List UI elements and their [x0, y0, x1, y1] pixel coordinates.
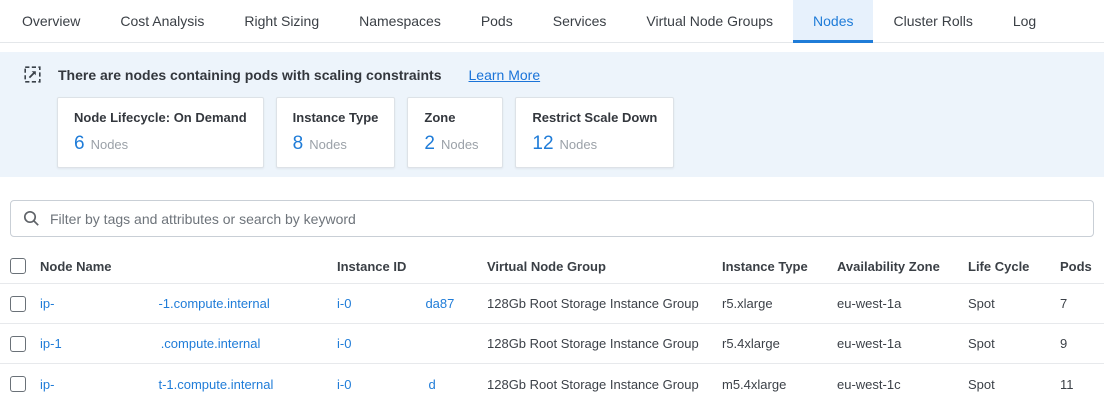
row-checkbox[interactable] — [10, 376, 26, 392]
card-title: Restrict Scale Down — [532, 110, 657, 125]
card-title: Instance Type — [293, 110, 379, 125]
pods-cell: 9 — [1060, 336, 1104, 351]
virtual-node-group-cell: 128Gb Root Storage Instance Group — [487, 377, 722, 392]
tab-log[interactable]: Log — [993, 0, 1056, 42]
instance-type-cell: m5.4xlarge — [722, 377, 837, 392]
pods-cell: 7 — [1060, 296, 1104, 311]
tab-bar: Overview Cost Analysis Right Sizing Name… — [0, 0, 1104, 43]
pods-cell: 11 — [1060, 377, 1104, 392]
redacted-segment — [62, 338, 161, 348]
card-title: Zone — [424, 110, 486, 125]
node-name-link[interactable]: ip--1.compute.internal — [40, 296, 337, 311]
learn-more-link[interactable]: Learn More — [469, 67, 541, 83]
nodes-table: Node Name Instance ID Virtual Node Group… — [0, 249, 1104, 404]
scale-constraint-icon — [24, 66, 41, 83]
col-instance-id: Instance ID — [337, 259, 487, 274]
table-row: ip--1.compute.internal i-0da87 128Gb Roo… — [0, 284, 1104, 324]
card-count: 8 — [293, 133, 304, 154]
virtual-node-group-cell: 128Gb Root Storage Instance Group — [487, 336, 722, 351]
instance-id-link[interactable]: i-0 — [337, 336, 487, 351]
card-count: 2 — [424, 133, 435, 154]
scaling-constraints-banner: There are nodes containing pods with sca… — [0, 52, 1104, 177]
redacted-segment — [351, 298, 425, 308]
node-name-link[interactable]: ip-t-1.compute.internal — [40, 377, 337, 392]
constraint-cards: Node Lifecycle: On Demand 6 Nodes Instanc… — [57, 97, 1104, 168]
tab-cost-analysis[interactable]: Cost Analysis — [100, 0, 224, 42]
row-checkbox[interactable] — [10, 296, 26, 312]
availability-zone-cell: eu-west-1a — [837, 336, 968, 351]
search-input[interactable] — [50, 211, 1081, 227]
col-pods: Pods — [1060, 259, 1104, 274]
card-title: Node Lifecycle: On Demand — [74, 110, 247, 125]
tab-pods[interactable]: Pods — [461, 0, 533, 42]
col-virtual-node-group: Virtual Node Group — [487, 259, 722, 274]
col-life-cycle: Life Cycle — [968, 259, 1060, 274]
card-instance-type[interactable]: Instance Type 8 Nodes — [276, 97, 396, 168]
redacted-segment — [54, 379, 158, 389]
banner-message: There are nodes containing pods with sca… — [58, 67, 442, 83]
life-cycle-cell: Spot — [968, 336, 1060, 351]
select-all-checkbox[interactable] — [10, 258, 26, 274]
table-row: ip-t-1.compute.internal i-0d 128Gb Root … — [0, 364, 1104, 404]
node-name-link[interactable]: ip-1.compute.internal — [40, 336, 337, 351]
row-checkbox[interactable] — [10, 336, 26, 352]
card-restrict-scale-down[interactable]: Restrict Scale Down 12 Nodes — [515, 97, 674, 168]
filter-search-box[interactable] — [10, 200, 1094, 237]
tab-services[interactable]: Services — [533, 0, 627, 42]
card-unit: Nodes — [91, 137, 129, 152]
instance-id-link[interactable]: i-0d — [337, 377, 487, 392]
card-zone[interactable]: Zone 2 Nodes — [407, 97, 503, 168]
tab-overview[interactable]: Overview — [2, 0, 100, 42]
card-unit: Nodes — [309, 137, 347, 152]
table-row: ip-1.compute.internal i-0 128Gb Root Sto… — [0, 324, 1104, 364]
card-unit: Nodes — [560, 137, 598, 152]
availability-zone-cell: eu-west-1c — [837, 377, 968, 392]
search-icon — [23, 210, 40, 227]
col-node-name: Node Name — [40, 259, 337, 274]
virtual-node-group-cell: 128Gb Root Storage Instance Group — [487, 296, 722, 311]
tab-right-sizing[interactable]: Right Sizing — [224, 0, 339, 42]
col-availability-zone: Availability Zone — [837, 259, 968, 274]
tab-nodes[interactable]: Nodes — [793, 0, 873, 42]
availability-zone-cell: eu-west-1a — [837, 296, 968, 311]
card-count: 6 — [74, 133, 85, 154]
card-unit: Nodes — [441, 137, 479, 152]
card-node-lifecycle[interactable]: Node Lifecycle: On Demand 6 Nodes — [57, 97, 264, 168]
tab-virtual-node-groups[interactable]: Virtual Node Groups — [626, 0, 793, 42]
tab-cluster-rolls[interactable]: Cluster Rolls — [873, 0, 992, 42]
redacted-segment — [351, 379, 428, 389]
redacted-segment — [54, 298, 158, 308]
card-count: 12 — [532, 133, 553, 154]
col-instance-type: Instance Type — [722, 259, 837, 274]
instance-type-cell: r5.xlarge — [722, 296, 837, 311]
instance-type-cell: r5.4xlarge — [722, 336, 837, 351]
life-cycle-cell: Spot — [968, 377, 1060, 392]
instance-id-link[interactable]: i-0da87 — [337, 296, 487, 311]
table-header-row: Node Name Instance ID Virtual Node Group… — [0, 249, 1104, 284]
tab-namespaces[interactable]: Namespaces — [339, 0, 461, 42]
life-cycle-cell: Spot — [968, 296, 1060, 311]
